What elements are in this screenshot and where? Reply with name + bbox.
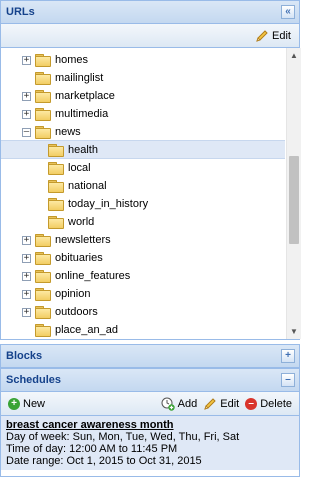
tree-item-place-an-ad[interactable]: place_an_ad bbox=[22, 321, 118, 339]
tree-item-label: newsletters bbox=[55, 234, 111, 246]
tree-item-news[interactable]: – news bbox=[22, 123, 81, 141]
tree-item-world[interactable]: world bbox=[48, 213, 94, 231]
blocks-panel: Blocks + bbox=[0, 344, 300, 368]
folder-icon bbox=[35, 233, 51, 247]
add-clock-icon bbox=[161, 397, 175, 411]
double-chevron-left-icon[interactable]: « bbox=[281, 5, 295, 19]
tree-item-label: opinion bbox=[55, 288, 91, 300]
tree-item-today-in-history[interactable]: today_in_history bbox=[48, 195, 148, 213]
schedules-toolbar: + New Add Edit – Delete bbox=[1, 392, 299, 416]
tree-item-label: today_in_history bbox=[68, 198, 149, 210]
folder-icon bbox=[48, 215, 64, 229]
urls-toolbar: Edit bbox=[1, 24, 299, 48]
schedule-list-item[interactable]: breast cancer awareness month Day of wee… bbox=[1, 416, 299, 470]
tree-item-obituaries[interactable]: + obituaries bbox=[22, 249, 103, 267]
folder-icon bbox=[48, 161, 64, 175]
tree-item-label: national bbox=[68, 180, 107, 192]
tree-item-label: obituaries bbox=[55, 252, 103, 264]
add-label: Add bbox=[177, 397, 198, 410]
new-label: New bbox=[23, 397, 46, 410]
folder-icon bbox=[35, 107, 51, 121]
folder-icon bbox=[35, 89, 51, 103]
folder-icon bbox=[35, 287, 51, 301]
folder-icon bbox=[48, 143, 64, 157]
tree-item-label: news bbox=[55, 126, 81, 138]
expand-plus-icon[interactable]: + bbox=[22, 55, 31, 65]
schedules-panel-header: Schedules – bbox=[1, 369, 299, 392]
expand-plus-icon[interactable]: + bbox=[22, 91, 31, 101]
tree-item-outdoors[interactable]: + outdoors bbox=[22, 303, 98, 321]
folder-icon bbox=[35, 125, 51, 139]
tree-item-multimedia[interactable]: + multimedia bbox=[22, 105, 108, 123]
schedule-day-of-week: Day of week: Sun, Mon, Tue, Wed, Thu, Fr… bbox=[6, 431, 240, 443]
expand-plus-icon[interactable]: + bbox=[22, 109, 31, 119]
edit-schedule-button[interactable]: Edit bbox=[200, 397, 242, 411]
tree-item-national[interactable]: national bbox=[48, 177, 107, 195]
tree-item-label: health bbox=[68, 144, 98, 156]
tree-item-newsletters[interactable]: + newsletters bbox=[22, 231, 111, 249]
schedule-time-of-day: Time of day: 12:00 AM to 11:45 PM bbox=[6, 443, 178, 455]
scroll-down-arrow-icon[interactable]: ▼ bbox=[287, 324, 301, 339]
urls-panel-header: URLs « bbox=[1, 1, 299, 24]
blocks-panel-header[interactable]: Blocks + bbox=[1, 345, 299, 367]
expand-plus-icon[interactable]: + bbox=[22, 235, 31, 245]
tree-item-label: marketplace bbox=[55, 90, 115, 102]
edit-url-label: Edit bbox=[272, 29, 291, 42]
tree-item-label: multimedia bbox=[55, 108, 109, 120]
tree-selection-highlight bbox=[1, 140, 285, 159]
folder-icon bbox=[35, 305, 51, 319]
url-tree: + homes mailinglist + marketplace + mult… bbox=[1, 48, 301, 339]
add-schedule-button[interactable]: Add bbox=[158, 397, 201, 411]
tree-item-label: outdoors bbox=[55, 306, 98, 318]
scroll-up-arrow-icon[interactable]: ▲ bbox=[287, 48, 301, 63]
folder-icon bbox=[35, 71, 51, 85]
tree-item-opinion[interactable]: + opinion bbox=[22, 285, 90, 303]
expand-plus-icon[interactable]: + bbox=[22, 253, 31, 263]
tree-item-mailinglist[interactable]: mailinglist bbox=[22, 69, 103, 87]
pencil-icon bbox=[256, 29, 268, 42]
folder-icon bbox=[35, 323, 51, 337]
minus-icon[interactable]: – bbox=[281, 373, 295, 387]
plus-icon[interactable]: + bbox=[281, 349, 295, 363]
schedule-title[interactable]: breast cancer awareness month bbox=[6, 419, 294, 431]
add-circle-icon: + bbox=[8, 397, 20, 410]
delete-circle-icon: – bbox=[245, 397, 258, 410]
tree-item-health[interactable]: health bbox=[48, 141, 98, 159]
folder-icon bbox=[35, 53, 51, 67]
blocks-panel-title: Blocks bbox=[6, 350, 43, 362]
delete-schedule-button[interactable]: – Delete bbox=[242, 397, 295, 410]
expand-plus-icon[interactable]: + bbox=[22, 307, 31, 317]
folder-icon bbox=[35, 251, 51, 265]
edit-url-button[interactable]: Edit bbox=[252, 29, 294, 43]
tree-item-homes[interactable]: + homes bbox=[22, 51, 88, 69]
tree-scrollbar[interactable]: ▲ ▼ bbox=[286, 48, 301, 339]
schedule-date-range: Date range: Oct 1, 2015 to Oct 31, 2015 bbox=[6, 455, 202, 467]
scrollbar-thumb[interactable] bbox=[289, 156, 299, 244]
pencil-icon bbox=[204, 397, 216, 410]
tree-item-label: local bbox=[68, 162, 91, 174]
new-schedule-button[interactable]: + New bbox=[5, 397, 48, 410]
tree-item-label: mailinglist bbox=[55, 72, 104, 84]
folder-icon bbox=[35, 269, 51, 283]
schedules-panel: Schedules – + New Add Edit – Delete brea… bbox=[0, 368, 300, 477]
folder-icon bbox=[48, 197, 64, 211]
tree-item-marketplace[interactable]: + marketplace bbox=[22, 87, 115, 105]
urls-panel: URLs « Edit + homes mailinglist + market… bbox=[0, 0, 301, 340]
urls-panel-title: URLs bbox=[6, 6, 35, 18]
delete-label: Delete bbox=[260, 397, 292, 410]
tree-item-label: homes bbox=[55, 54, 89, 66]
edit-label: Edit bbox=[220, 397, 240, 410]
tree-item-label: world bbox=[68, 216, 95, 228]
collapse-minus-icon[interactable]: – bbox=[22, 127, 31, 137]
expand-plus-icon[interactable]: + bbox=[22, 289, 31, 299]
schedules-panel-title: Schedules bbox=[6, 374, 62, 386]
tree-item-label: place_an_ad bbox=[55, 324, 119, 336]
tree-item-online-features[interactable]: + online_features bbox=[22, 267, 130, 285]
tree-item-local[interactable]: local bbox=[48, 159, 91, 177]
folder-icon bbox=[48, 179, 64, 193]
tree-item-label: online_features bbox=[55, 270, 131, 282]
expand-plus-icon[interactable]: + bbox=[22, 271, 31, 281]
